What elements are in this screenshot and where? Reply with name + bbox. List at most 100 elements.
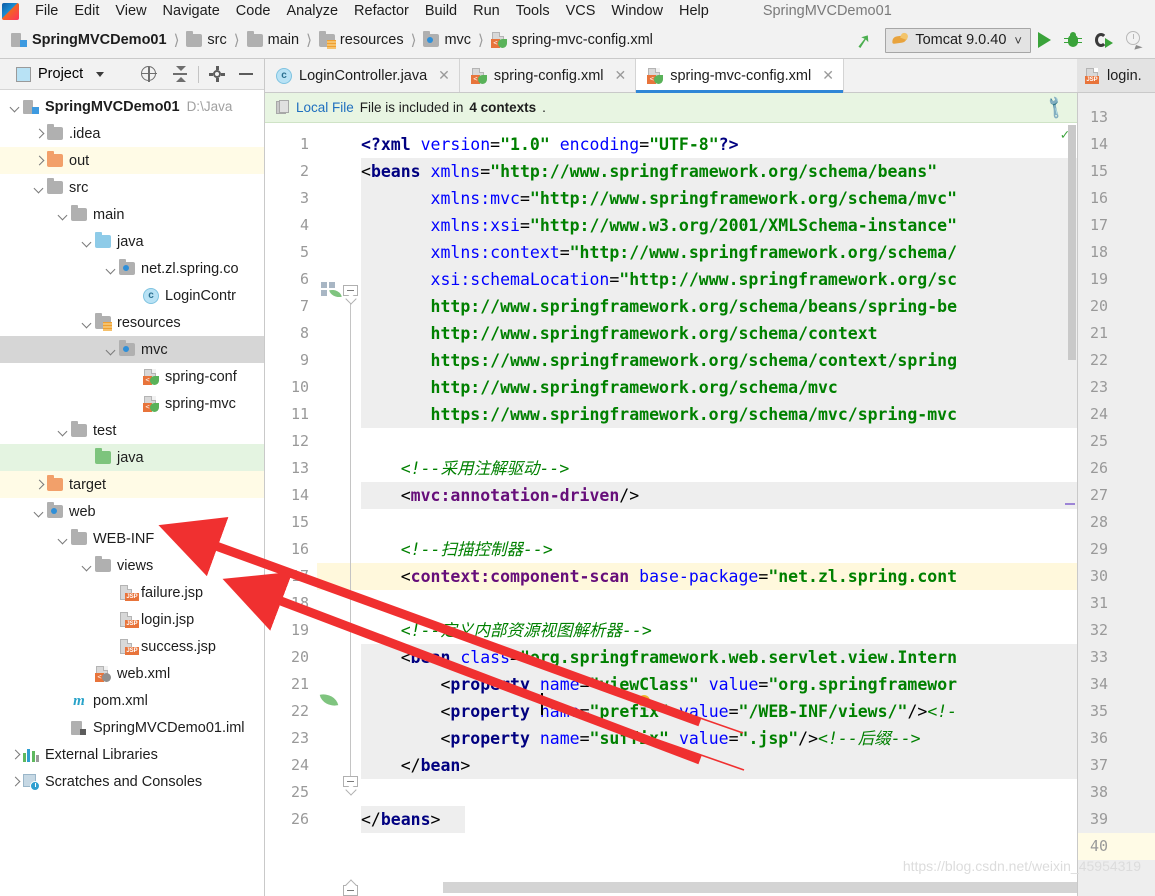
tree-node-pom-xml[interactable]: m pom.xml <box>0 687 264 714</box>
tree-node-web[interactable]: web <box>0 498 264 525</box>
code-line[interactable]: <?xml version="1.0" encoding="UTF-8"?> <box>361 131 739 158</box>
breadcrumb-item-resources[interactable]: resources <box>316 30 407 49</box>
code-line[interactable]: <beans xmlns="http://www.springframework… <box>361 158 937 185</box>
tree-node-springmvcdemo01[interactable]: SpringMVCDemo01 D:\Java <box>0 93 264 120</box>
code-line[interactable]: xsi:schemaLocation="http://www.springfra… <box>361 266 958 293</box>
expand-arrow-icon[interactable] <box>32 478 45 491</box>
debug-button[interactable] <box>1058 31 1088 49</box>
tab-login-controller-java[interactable]: c LoginController.java ✕ <box>265 59 460 92</box>
collapse-arrow-icon[interactable] <box>56 208 69 221</box>
code-line[interactable]: <property name="prefix" value="/WEB-INF/… <box>361 698 957 725</box>
breadcrumb-item-main[interactable]: main <box>244 30 302 49</box>
tree-node-test[interactable]: test <box>0 417 264 444</box>
tree-node-logincontr[interactable]: c LoginContr <box>0 282 264 309</box>
tree-node-net-zl-spring-co[interactable]: net.zl.spring.co <box>0 255 264 282</box>
tree-node-success-jsp[interactable]: JSP success.jsp <box>0 633 264 660</box>
menu-code[interactable]: Code <box>228 2 279 21</box>
menu-navigate[interactable]: Navigate <box>155 2 228 21</box>
tree-node-idea[interactable]: .idea <box>0 120 264 147</box>
code-line[interactable]: <property name="viewClass" value="org.sp… <box>361 671 957 698</box>
menu-analyze[interactable]: Analyze <box>278 2 346 21</box>
tree-node-failure-jsp[interactable]: JSP failure.jsp <box>0 579 264 606</box>
locate-file-button[interactable] <box>134 65 165 83</box>
menu-refactor[interactable]: Refactor <box>346 2 417 21</box>
menu-file[interactable]: File <box>27 2 66 21</box>
right-tab-label[interactable]: login. <box>1107 68 1142 84</box>
expand-arrow-icon[interactable] <box>8 748 21 761</box>
tab-spring-mvc-config-xml[interactable]: < spring-mvc-config.xml ✕ <box>636 59 844 93</box>
menu-tools[interactable]: Tools <box>508 2 558 21</box>
tree-node-login-jsp[interactable]: JSP login.jsp <box>0 606 264 633</box>
menu-help[interactable]: Help <box>671 2 717 21</box>
breadcrumb-item-mvc[interactable]: mvc <box>420 30 474 49</box>
breadcrumb-item-src[interactable]: src <box>183 30 229 49</box>
project-panel-title[interactable]: Project <box>16 66 108 82</box>
profiler-button[interactable] <box>1119 31 1151 53</box>
collapse-arrow-icon[interactable] <box>8 100 21 113</box>
code-line[interactable]: http://www.springframework.org/schema/co… <box>361 320 878 347</box>
collapse-arrow-icon[interactable] <box>32 181 45 194</box>
code-editor[interactable]: 1 2 3 4 5 6 7 8 9 10 11 12 13 14 15 16 17 18 19 20 21 22 23 24 2… <box>265 123 1077 896</box>
tree-node-spring-conf[interactable]: < spring-conf <box>0 363 264 390</box>
collapse-arrow-icon[interactable] <box>104 343 117 356</box>
run-configuration-selector[interactable]: Tomcat 9.0.40 ˅ <box>885 27 1031 53</box>
run-with-coverage-button[interactable] <box>1088 32 1119 49</box>
inspection-ok-icon[interactable]: ✓ <box>1061 127 1069 143</box>
code-line[interactable]: </bean> <box>361 752 471 779</box>
collapse-arrow-icon[interactable] <box>56 532 69 545</box>
tree-node-scratches-and-consoles[interactable]: Scratches and Consoles <box>0 768 264 795</box>
tree-node-src[interactable]: src <box>0 174 264 201</box>
code-line[interactable]: <bean class="org.springframework.web.ser… <box>361 644 957 671</box>
tree-node-resources[interactable]: resources <box>0 309 264 336</box>
menu-run[interactable]: Run <box>465 2 508 21</box>
close-icon[interactable]: ✕ <box>615 67 627 84</box>
tab-spring-config-xml[interactable]: < spring-config.xml ✕ <box>459 59 637 92</box>
tree-node-external-libraries[interactable]: External Libraries <box>0 741 264 768</box>
scrollbar-thumb[interactable] <box>1068 125 1076 360</box>
code-line[interactable]: https://www.springframework.org/schema/c… <box>361 347 958 374</box>
fold-marker-bean-close[interactable] <box>343 879 358 896</box>
menu-vcs[interactable]: VCS <box>558 2 604 21</box>
editor-scrollbar-vertical[interactable] <box>1067 123 1077 896</box>
collapse-arrow-icon[interactable] <box>80 316 93 329</box>
tree-node-springmvcdemo01-iml[interactable]: SpringMVCDemo01.iml <box>0 714 264 741</box>
wrench-icon[interactable]: 🔧 <box>1041 94 1069 122</box>
code-line[interactable]: xmlns:xsi="http://www.w3.org/2001/XMLSch… <box>361 212 958 239</box>
collapse-arrow-icon[interactable] <box>104 262 117 275</box>
tree-node-target[interactable]: target <box>0 471 264 498</box>
hide-panel-button[interactable] <box>232 73 260 75</box>
tree-node-main[interactable]: main <box>0 201 264 228</box>
menu-view[interactable]: View <box>107 2 154 21</box>
spring-leaf-gutter-icon[interactable] <box>319 691 339 709</box>
spring-bean-gutter-icon[interactable] <box>321 282 342 300</box>
code-line[interactable]: http://www.springframework.org/schema/mv… <box>361 374 838 401</box>
tree-node-mvc[interactable]: mvc <box>0 336 264 363</box>
project-settings-button[interactable] <box>202 66 232 82</box>
code-line[interactable]: <property name="suffix" value=".jsp"/><!… <box>361 725 920 752</box>
local-file-link[interactable]: Local File <box>296 100 354 115</box>
code-line[interactable]: <!--采用注解驱动--> <box>361 455 570 482</box>
expand-arrow-icon[interactable] <box>8 775 21 788</box>
code-line[interactable]: https://www.springframework.org/schema/m… <box>361 401 958 428</box>
tree-node-out[interactable]: out <box>0 147 264 174</box>
tree-node-web-xml[interactable]: < web.xml <box>0 660 264 687</box>
menu-build[interactable]: Build <box>417 2 465 21</box>
tree-node-java[interactable]: java <box>0 444 264 471</box>
close-icon[interactable]: ✕ <box>822 67 834 84</box>
code-content[interactable]: <?xml version="1.0" encoding="UTF-8"?> <b… <box>361 123 1077 896</box>
code-line[interactable]: <!--扫描控制器--> <box>361 536 553 563</box>
collapse-arrow-icon[interactable] <box>80 235 93 248</box>
menu-edit[interactable]: Edit <box>66 2 107 21</box>
collapse-arrow-icon[interactable] <box>32 505 45 518</box>
breadcrumb-item-file[interactable]: < spring-mvc-config.xml <box>488 31 656 49</box>
tree-node-spring-mvc[interactable]: < spring-mvc <box>0 390 264 417</box>
collapse-all-button[interactable] <box>165 66 195 82</box>
collapse-arrow-icon[interactable] <box>80 559 93 572</box>
expand-arrow-icon[interactable] <box>32 154 45 167</box>
code-line[interactable]: xmlns:context="http://www.springframewor… <box>361 239 958 266</box>
fold-marker-beans[interactable] <box>343 285 358 305</box>
code-line[interactable]: <mvc:annotation-driven/> <box>361 482 639 509</box>
run-button[interactable] <box>1031 32 1058 48</box>
expand-arrow-icon[interactable] <box>32 127 45 140</box>
build-hammer-icon[interactable]: ➚ <box>847 24 888 55</box>
